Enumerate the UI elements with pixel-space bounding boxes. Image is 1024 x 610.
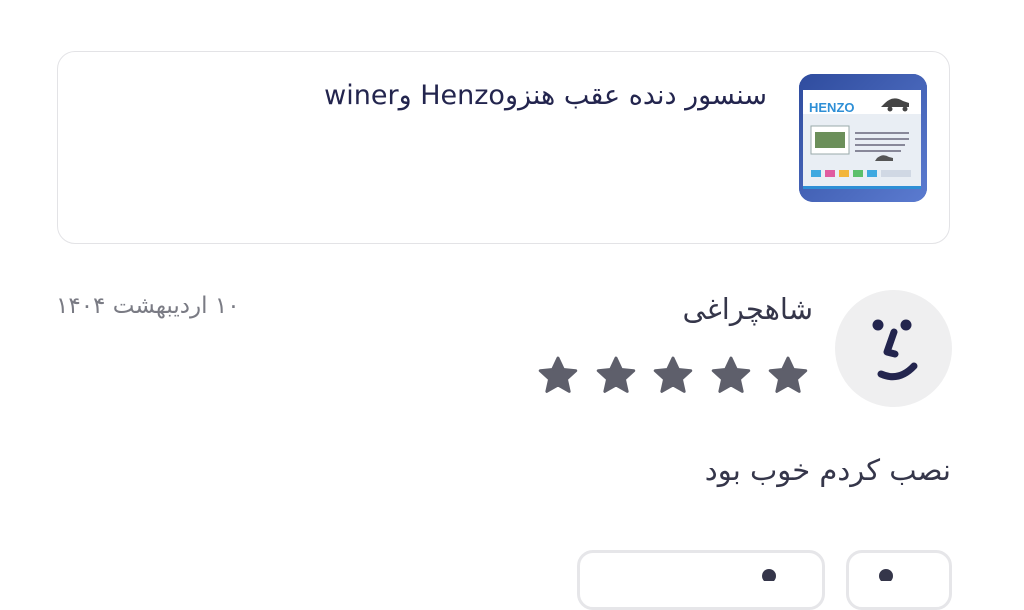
product-image[interactable]: HENZO: [799, 74, 927, 202]
face-icon: [872, 319, 918, 381]
dislike-icon: [879, 569, 893, 581]
star-icon: [538, 356, 578, 393]
dislike-button[interactable]: [846, 550, 952, 610]
star-icon: [596, 356, 635, 393]
product-title[interactable]: سنسور دنده عقب هنزوHenzo وwiner: [247, 76, 767, 116]
product-box-brand: HENZO: [809, 100, 855, 115]
review-date: ۱۰ اردیبهشت ۱۴۰۴: [56, 293, 240, 319]
reviewer-name: شاهچراغی: [682, 292, 813, 326]
star-icon: [711, 356, 750, 393]
like-icon: [762, 569, 776, 581]
reviewer-avatar: [835, 290, 952, 407]
star-icon: [653, 356, 693, 393]
product-box-illustration: HENZO: [799, 74, 927, 202]
star-icon: [768, 356, 808, 393]
star-rating: [536, 353, 810, 399]
product-card[interactable]: HENZO سنسور دنده عقب هنزوHenzo وwiner: [57, 51, 950, 244]
review-text: نصب کردم خوب بود: [704, 453, 951, 487]
like-button[interactable]: [577, 550, 825, 610]
